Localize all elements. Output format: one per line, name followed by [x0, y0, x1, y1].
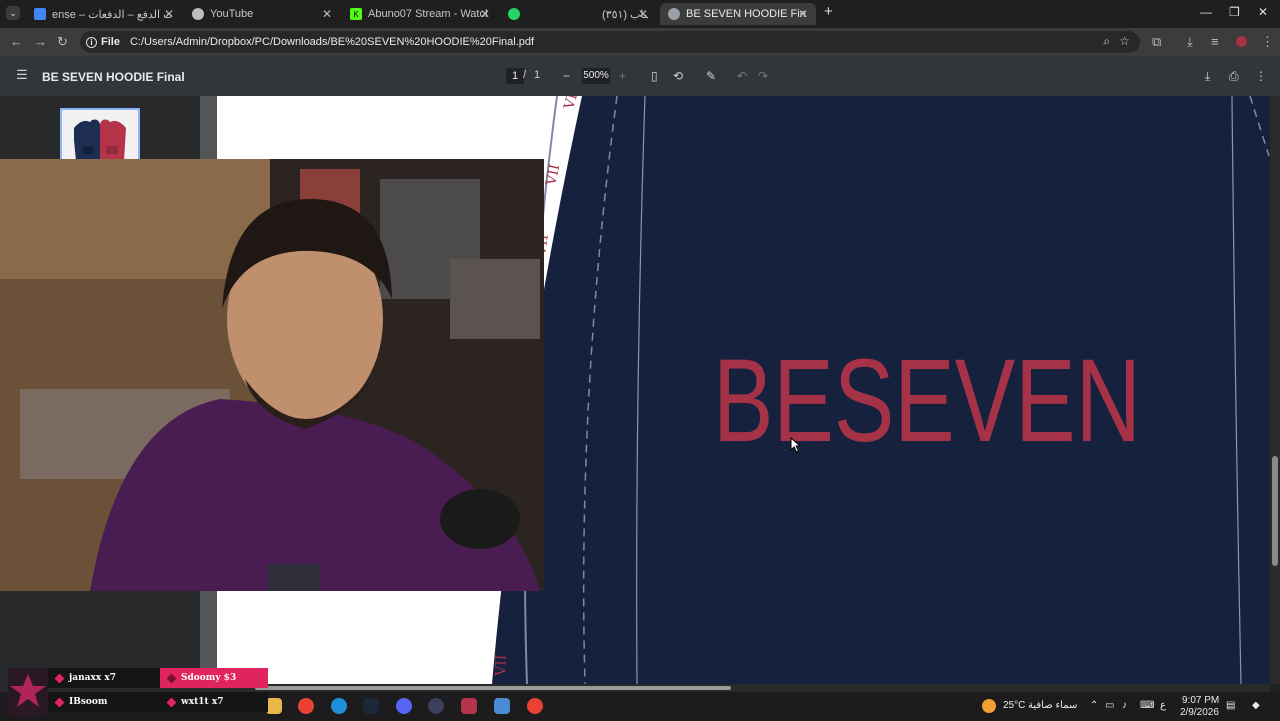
bookmark-star-icon[interactable]: ☆ [1119, 34, 1130, 48]
clock-date[interactable]: 2/9/2026 [1180, 707, 1219, 718]
vii-mark-2: VII [543, 163, 563, 188]
file-chip[interactable]: i File [86, 36, 120, 48]
minimize-button[interactable]: — [1200, 5, 1212, 19]
webcam-overlay [0, 159, 544, 591]
download-icon[interactable]: ⤓ [1205, 69, 1210, 84]
page-number-input[interactable]: 1 [506, 68, 524, 84]
globe-favicon-icon [668, 8, 680, 20]
tab-kick-stream[interactable]: K Abuno07 Stream - Watch Live o ✕ [342, 3, 498, 25]
hamburger-menu-icon[interactable]: ☰ [16, 67, 28, 83]
chat-message-3: IBsoom [48, 692, 160, 712]
page-total: 1 [534, 69, 541, 81]
page-thumbnail[interactable] [60, 108, 140, 163]
close-icon[interactable]: ✕ [638, 7, 648, 21]
restore-button[interactable]: ❐ [1229, 5, 1240, 19]
vertical-scroll-thumb[interactable] [1272, 456, 1278, 566]
close-window-button[interactable]: ✕ [1258, 5, 1268, 19]
page-separator: / [523, 69, 527, 81]
chat-message-2: Sdoomy $3 [160, 668, 268, 688]
input-language[interactable]: ع [1160, 700, 1166, 711]
address-bar[interactable]: i File C:/Users/Admin/Dropbox/PC/Downloa… [80, 31, 1140, 53]
tab-youtube[interactable]: YouTube ✕ [184, 3, 340, 25]
steam-icon[interactable] [363, 698, 379, 714]
chat-badge-panel [8, 668, 48, 716]
more-options-icon[interactable]: ⋮ [1255, 69, 1267, 83]
network-icon[interactable]: ▭ [1105, 700, 1114, 711]
fit-page-icon[interactable]: ▯ [651, 69, 658, 83]
downloads-icon[interactable]: ⤓ [1187, 34, 1193, 50]
kick-favicon-icon: K [350, 8, 362, 20]
mouse-cursor-icon [790, 437, 802, 453]
tab-payments[interactable]: ense – معلومات الدفع – الدفعات ✕ [26, 3, 182, 25]
vii-mark-4: VII [493, 654, 510, 677]
extensions-icon[interactable]: ⧉ [1152, 34, 1161, 50]
tab-search-button[interactable]: ⌄ [6, 6, 20, 20]
close-icon[interactable]: ✕ [322, 7, 332, 21]
navigation-bar: ← → ↻ i File C:/Users/Admin/Dropbox/PC/D… [0, 28, 1280, 56]
diamond-gem-icon [166, 673, 177, 683]
tab-whatsapp[interactable]: (٣٥١) واتساب ✕ [500, 3, 656, 25]
weather-description: سماء صافية [1028, 700, 1078, 711]
pdf-toolbar: ☰ BE SEVEN HOODIE Final 1 / 1 − 500% + ▯… [0, 56, 1280, 96]
chat-message-1: janaxx x7 [48, 668, 160, 688]
copilot-icon[interactable]: ◆ [1252, 700, 1260, 711]
forward-arrow-icon[interactable]: → [34, 34, 47, 49]
app-icon[interactable] [428, 698, 444, 714]
streamer-webcam-image [0, 159, 544, 591]
profile-avatar[interactable] [1236, 36, 1247, 47]
crown-star-icon [10, 674, 46, 707]
close-icon[interactable]: ✕ [480, 7, 490, 21]
winrar-icon[interactable] [461, 698, 477, 714]
payments-favicon-icon [34, 8, 46, 20]
zoom-magnifier-icon[interactable]: ⌕ [1103, 34, 1110, 49]
media-control-icon[interactable]: ≡ [1211, 34, 1219, 49]
hoodie-thumbnail-image [74, 119, 126, 161]
undo-icon[interactable]: ↶ [737, 69, 747, 83]
discord-icon[interactable] [396, 698, 412, 714]
clock-time[interactable]: 9:07 PM [1182, 695, 1219, 706]
back-arrow-icon[interactable]: ← [10, 34, 23, 49]
new-tab-button[interactable]: + [824, 3, 833, 20]
annotate-pen-icon[interactable]: ✎ [706, 69, 716, 83]
stream-chat-overlay: janaxx x7 Sdoomy $3 IBsoom wxt1t x7 [8, 668, 268, 716]
security-shield-icon[interactable] [494, 698, 510, 714]
rotate-icon[interactable]: ⟲ [673, 69, 683, 83]
edge-icon[interactable] [331, 698, 347, 714]
close-icon[interactable]: ✕ [798, 7, 808, 21]
weather-sun-icon [982, 699, 996, 713]
url-text[interactable]: C:/Users/Admin/Dropbox/PC/Downloads/BE%2… [130, 36, 534, 48]
pdf-title: BE SEVEN HOODIE Final [42, 70, 185, 84]
tab-strip: ⌄ ense – معلومات الدفع – الدفعات ✕ YouTu… [0, 0, 1280, 28]
close-icon[interactable]: ✕ [164, 7, 174, 21]
redo-icon[interactable]: ↷ [758, 69, 768, 83]
heart-gem-icon [54, 673, 65, 683]
heart-gem-icon [54, 697, 65, 707]
diamond-gem-icon [166, 697, 177, 707]
chrome-menu-icon[interactable]: ⋮ [1261, 34, 1274, 50]
file-explorer-icon[interactable] [266, 698, 282, 714]
weather-temp: 25°C [1003, 700, 1026, 711]
zoom-level-input[interactable]: 500% [582, 68, 610, 84]
zoom-out-icon[interactable]: − [563, 69, 570, 83]
language-icon[interactable]: ⌨ [1140, 700, 1154, 711]
chrome-active-icon[interactable] [527, 698, 543, 714]
reload-icon[interactable]: ↻ [57, 34, 68, 50]
vertical-scrollbar[interactable] [1270, 96, 1280, 684]
chevron-up-icon[interactable]: ⌃ [1090, 700, 1098, 711]
horizontal-scroll-thumb[interactable] [255, 686, 731, 690]
print-icon[interactable]: ⎙ [1229, 69, 1239, 84]
beseven-logo-text: BESEVEN [713, 335, 1141, 467]
tab-pdf-active[interactable]: BE SEVEN HOODIE Final ✕ [660, 3, 816, 25]
chrome-icon[interactable] [298, 698, 314, 714]
whatsapp-favicon-icon [508, 8, 520, 20]
info-icon: i [86, 36, 97, 48]
volume-icon[interactable]: ♪ [1122, 700, 1127, 711]
notifications-icon[interactable]: ▤ [1226, 700, 1235, 711]
youtube-favicon-icon [192, 8, 204, 20]
chat-message-4: wxt1t x7 [160, 692, 268, 712]
zoom-in-icon[interactable]: + [619, 69, 626, 83]
